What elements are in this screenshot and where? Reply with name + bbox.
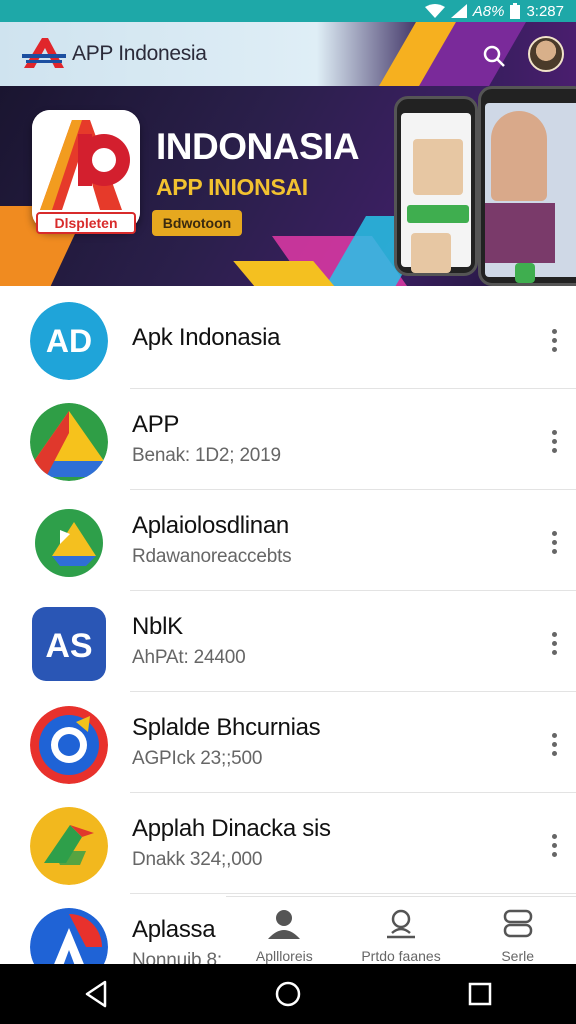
phone-app-icon [515,263,535,283]
app-title: Applah Dinacka sis [132,815,331,842]
recents-icon[interactable] [450,964,510,1024]
app-title: Aplassa [132,916,216,943]
phone-green-bar [407,205,469,223]
phone-screen [485,103,576,283]
app-subtitle: AGPIck 23;;500 [132,748,263,769]
svg-text:AS: AS [45,627,92,665]
nav-item-profile[interactable]: Prtdo faanes [343,897,460,966]
status-bar: A8% 3:287 [0,0,576,22]
portrait-image [411,233,451,273]
portrait-face [491,111,547,201]
app-subtitle: Benak: 1D2; 2019 [132,445,281,466]
more-options-icon[interactable] [540,526,568,558]
banner-logo-label: Dlspleten [36,212,136,234]
more-options-icon[interactable] [540,728,568,760]
ad-app-icon: AD [30,302,108,380]
list-item[interactable]: Aplaiolosdlinan Rdawanoreaccebts [0,490,576,591]
phone-mockup [394,96,478,276]
app-title: Aplaiolosdlinan [132,512,289,539]
app-title: Splalde Bhcurnias [132,714,321,741]
banner-pill-button[interactable]: Bdwotoon [152,210,242,236]
list-item[interactable]: APP Benak: 1D2; 2019 [0,389,576,490]
wifi-icon [424,4,445,18]
person-icon [267,909,301,944]
list-item[interactable]: Applah Dinacka sis Dnakk 324;,000 [0,793,576,894]
signal-icon [450,4,467,18]
nav-label: Apllloreis [255,948,313,964]
app-subtitle: Rdawanoreaccebts [132,546,292,567]
avatar[interactable] [528,36,564,72]
portrait-suit [485,203,555,263]
refresh-app-icon [30,706,108,784]
storage-icon [501,909,535,944]
as-app-icon: AS [30,605,108,683]
list-item[interactable]: Splalde Bhcurnias AGPIck 23;;500 [0,692,576,793]
app-bar: APP Indonesia [0,22,576,86]
arrow-drive-app-icon [30,504,108,582]
back-icon[interactable] [66,964,126,1024]
portrait-image [413,139,463,195]
banner-subheadline: APP INIONSAI [156,174,308,200]
nav-label: Serle [501,948,535,964]
drive-style-app-icon [30,403,108,481]
more-options-icon[interactable] [540,425,568,457]
profile-outline-icon [384,909,418,944]
yellow-arrow-app-icon [30,807,108,885]
list-item[interactable]: AS NblK AhPAt: 24400 [0,591,576,692]
svg-text:AD: AD [46,323,92,359]
app-title: Apk Indonasia [132,324,281,351]
app-screen: A8% 3:287 APP Indonesia Dlspleten INDONA… [0,0,576,1024]
nav-label: Prtdo faanes [361,948,441,964]
app-title: APP [132,411,180,438]
bottom-navigation: Apllloreis Prtdo faanes Serle [226,896,576,966]
home-icon[interactable] [258,964,318,1024]
nav-item-settings[interactable]: Serle [459,897,576,966]
clock: 3:287 [526,2,564,20]
app-title: APP Indonesia [72,42,207,65]
promo-banner[interactable]: Dlspleten INDONASIA APP INIONSAI Bdwotoo… [0,86,576,286]
list-item[interactable]: AD Apk Indonasia [0,288,576,389]
battery-icon [510,3,521,19]
app-title: NblK [132,613,183,640]
app-list: AD Apk Indonasia APP Benak: 1D2; 2019 Ap… [0,288,576,995]
battery-text: A8% [472,2,505,20]
system-navigation-bar [0,964,576,1024]
banner-headline: INDONASIA [156,126,360,167]
app-subtitle: AhPAt: 24400 [132,647,246,668]
phone-screen [401,113,471,273]
phone-mockup [478,86,576,286]
more-options-icon[interactable] [540,324,568,356]
app-subtitle: Dnakk 324;,000 [132,849,263,870]
nav-item-apps[interactable]: Apllloreis [226,897,343,966]
search-icon[interactable] [478,40,510,72]
more-options-icon[interactable] [540,627,568,659]
app-logo-icon [22,36,66,70]
more-options-icon[interactable] [540,829,568,861]
